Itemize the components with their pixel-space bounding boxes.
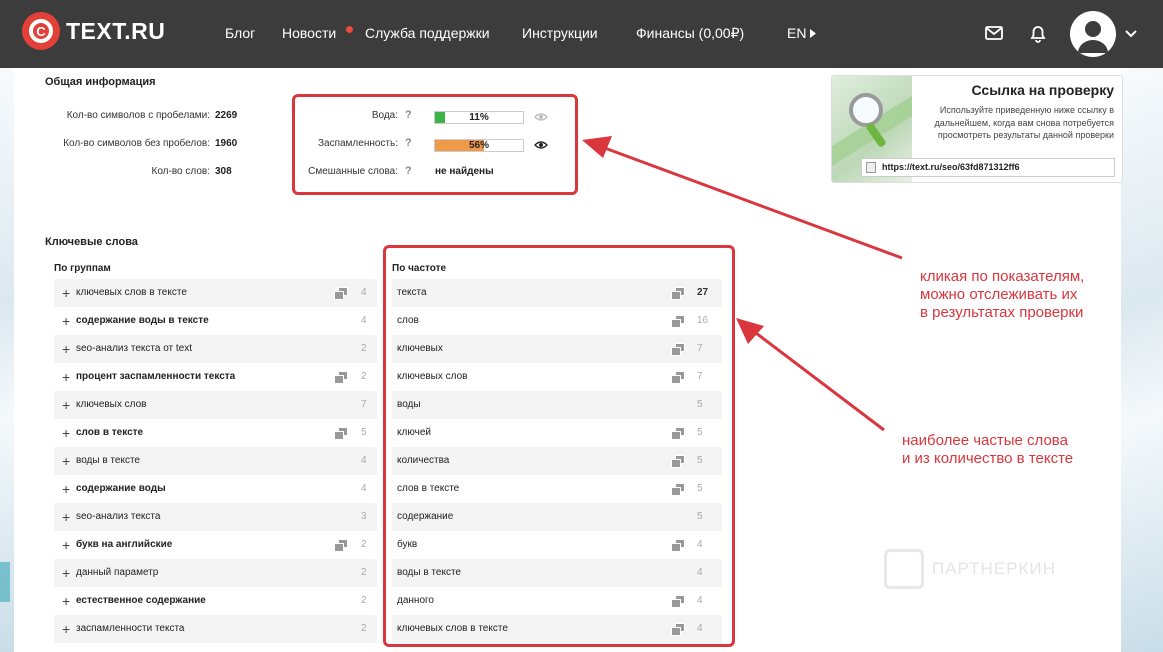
annotation-metrics-tracking: кликая по показателям, можно отслеживать… <box>920 268 1085 321</box>
watermark-logo-icon <box>884 549 924 589</box>
watermark: ПАРТНЕРКИН <box>884 549 1056 589</box>
annotation-frequent-words: наиболее частые слова и из количество в … <box>902 432 1074 467</box>
